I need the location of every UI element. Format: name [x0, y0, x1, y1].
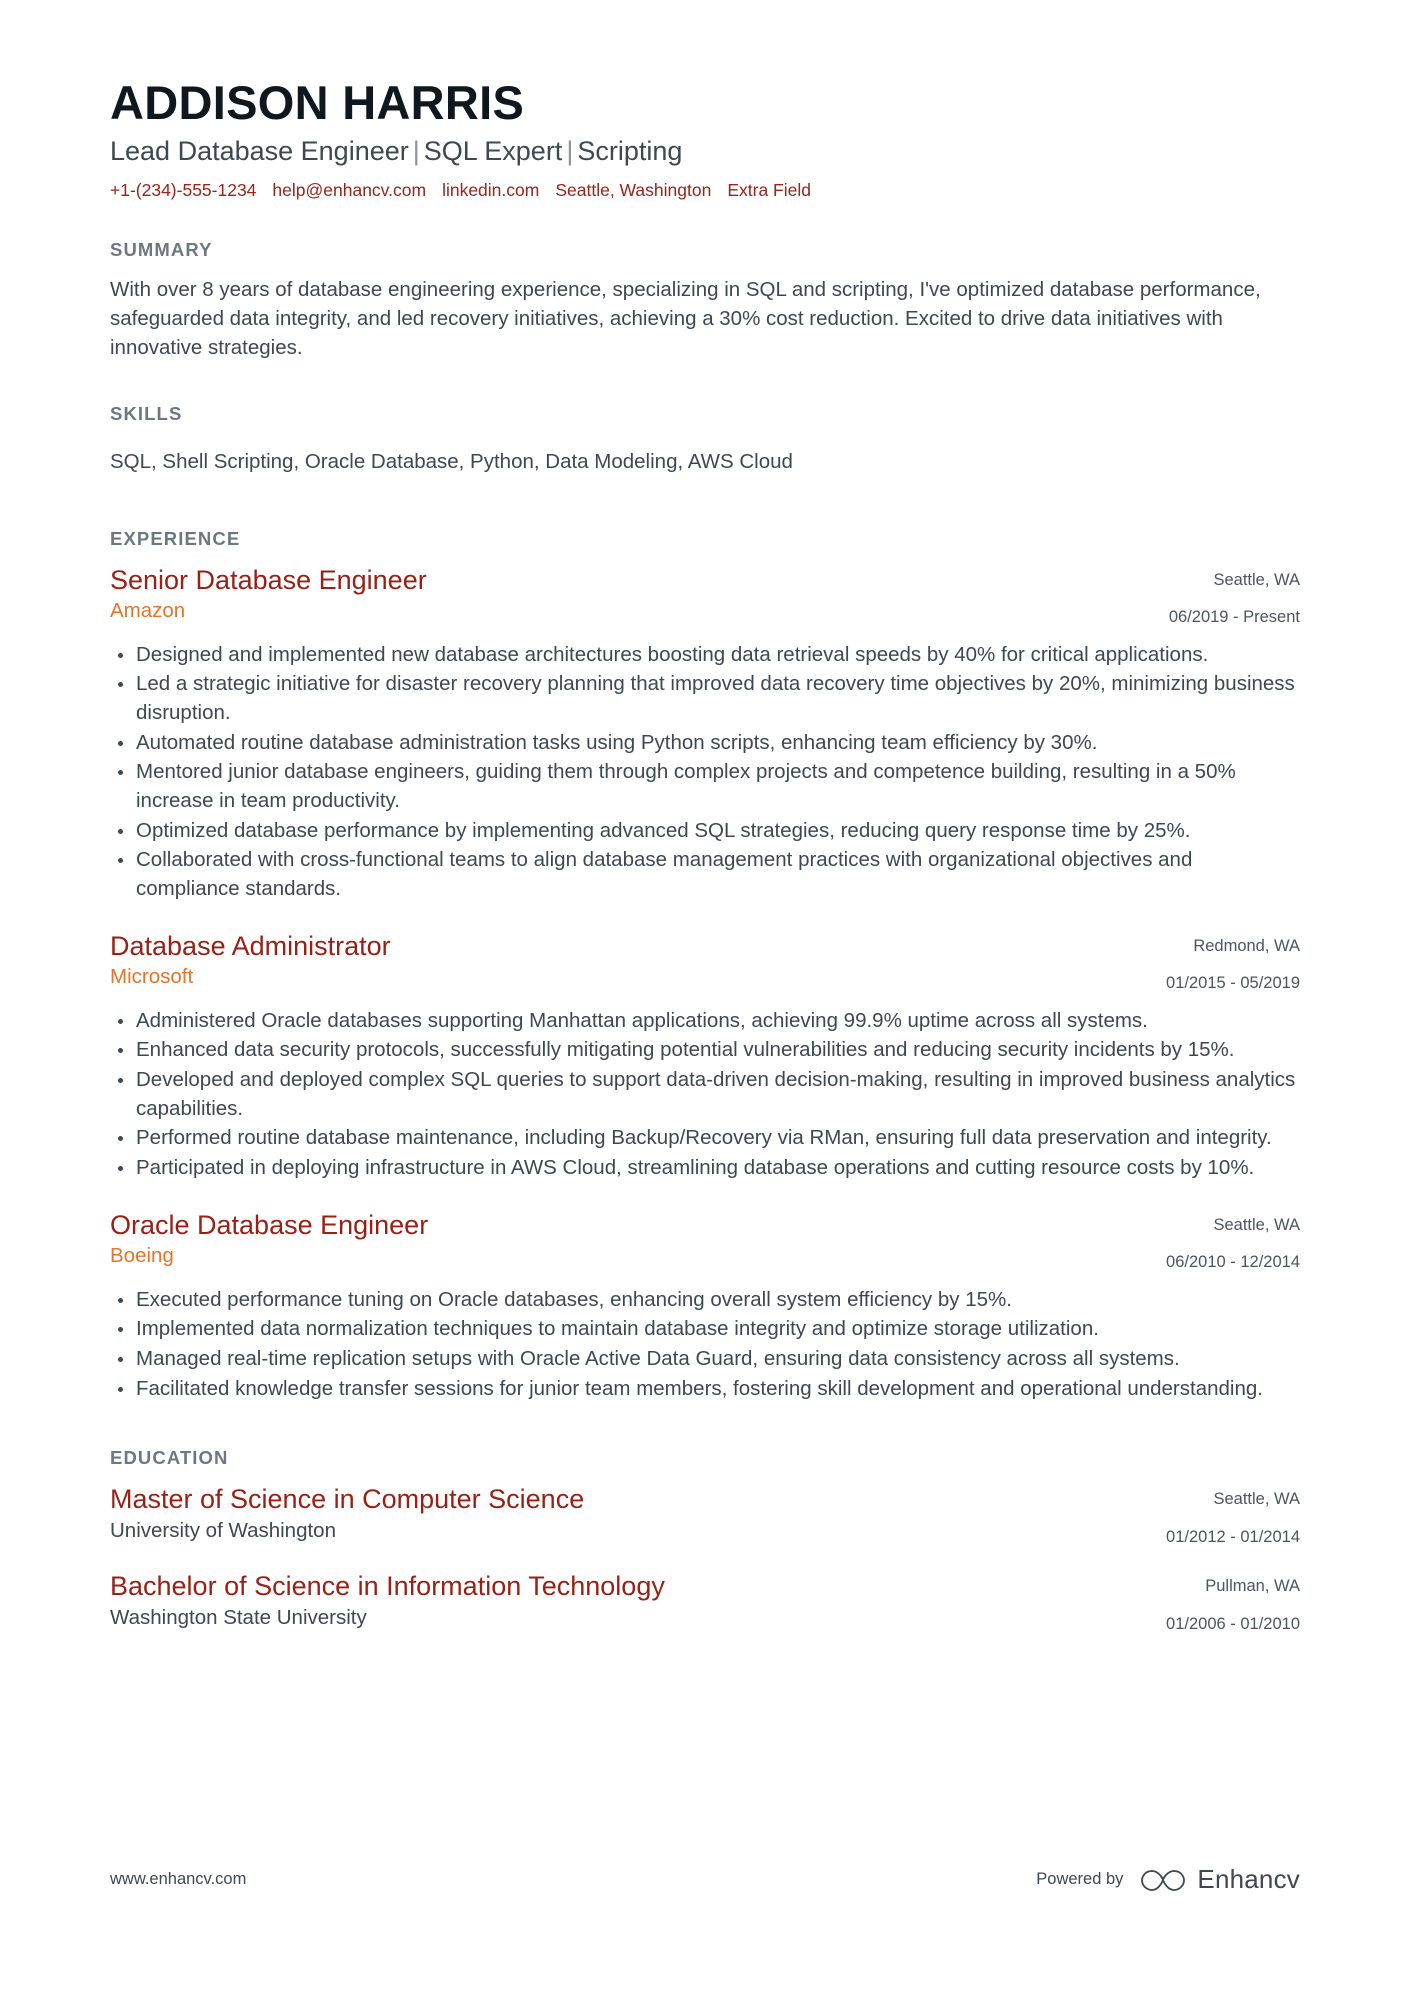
education-section: EDUCATION Master of Science in Computer …: [110, 1447, 1300, 1635]
school-name: Washington State University: [110, 1605, 367, 1629]
contact-location: Seattle, Washington: [555, 179, 712, 200]
degree-title: Master of Science in Computer Science: [110, 1484, 585, 1515]
job-bullet: Enhanced data security protocols, succes…: [110, 1036, 1300, 1065]
summary-section: SUMMARY With over 8 years of database en…: [110, 239, 1300, 362]
school-dates: 01/2006 - 01/2010: [1166, 1614, 1300, 1633]
professional-headline: Lead Database Engineer | SQL Expert | Script…: [110, 135, 1300, 169]
job-bullet-list: Designed and implemented new database ar…: [110, 641, 1300, 904]
skills-list: SQL, Shell Scripting, Oracle Database, P…: [110, 449, 793, 473]
school-location: Pullman, WA: [1205, 1577, 1300, 1596]
headline-separator-2: |: [566, 135, 574, 166]
headline-part-2: SQL Expert: [423, 135, 563, 166]
job-bullet: Implemented data normalization technique…: [110, 1315, 1300, 1344]
job-location: Seattle, WA: [1213, 570, 1300, 589]
job-dates: 06/2019 - Present: [1168, 608, 1300, 627]
school-name: University of Washington: [110, 1518, 336, 1542]
footer-branding: Powered by Enhancv: [1036, 1864, 1300, 1895]
job-bullet: Administered Oracle databases supporting…: [110, 1007, 1300, 1036]
company-name: Microsoft: [110, 965, 194, 989]
experience-entry-main: Database Administrator Microsoft: [110, 930, 1066, 990]
job-location: Seattle, WA: [1213, 1215, 1300, 1234]
job-bullet: Developed and deployed complex SQL queri…: [110, 1066, 1300, 1123]
education-entry: Bachelor of Science in Information Techn…: [110, 1570, 1300, 1635]
job-bullet: Performed routine database maintenance, …: [110, 1124, 1300, 1153]
job-bullet: Participated in deploying infrastructure…: [110, 1154, 1300, 1183]
education-entry-meta: Pullman, WA 01/2006 - 01/2010: [1090, 1570, 1300, 1635]
job-title: Database Administrator: [110, 930, 391, 961]
experience-heading: EXPERIENCE: [110, 527, 241, 549]
job-bullet: Led a strategic initiative for disaster …: [110, 670, 1300, 727]
enhancv-mark-icon: [1141, 1869, 1186, 1891]
experience-entry-meta: Redmond, WA 01/2015 - 05/2019: [1090, 930, 1300, 995]
job-bullet-list: Administered Oracle databases supporting…: [110, 1007, 1300, 1183]
summary-heading: SUMMARY: [110, 239, 213, 261]
resume-content: ADDISON HARRIS Lead Database Engineer | SQ…: [110, 76, 1300, 1635]
job-bullet: Executed performance tuning on Oracle da…: [110, 1286, 1300, 1315]
education-entry-header: Master of Science in Computer Science Un…: [110, 1483, 1300, 1548]
skills-heading: SKILLS: [110, 402, 183, 424]
education-entry-main: Bachelor of Science in Information Techn…: [110, 1570, 1066, 1630]
resume-header: ADDISON HARRIS Lead Database Engineer | SQ…: [110, 76, 1300, 202]
enhancv-brand-name: Enhancv: [1197, 1864, 1300, 1894]
contact-linkedin[interactable]: linkedin.com: [442, 179, 539, 202]
headline-separator-1: |: [412, 135, 420, 166]
contact-extra-field: Extra Field: [727, 179, 811, 200]
education-heading: EDUCATION: [110, 1447, 229, 1469]
job-bullet: Managed real-time replication setups wit…: [110, 1345, 1300, 1374]
education-entry: Master of Science in Computer Science Un…: [110, 1483, 1300, 1548]
job-bullet: Designed and implemented new database ar…: [110, 641, 1300, 670]
job-bullet-list: Executed performance tuning on Oracle da…: [110, 1286, 1300, 1404]
experience-entry-header: Database Administrator Microsoft Redmond…: [110, 930, 1300, 995]
job-bullet: Facilitated knowledge transfer sessions …: [110, 1375, 1300, 1404]
experience-entry: Senior Database Engineer Amazon Seattle,…: [110, 564, 1300, 904]
degree-title: Bachelor of Science in Information Techn…: [110, 1571, 665, 1602]
experience-entry: Oracle Database Engineer Boeing Seattle,…: [110, 1209, 1300, 1404]
experience-entry-meta: Seattle, WA 06/2010 - 12/2014: [1090, 1209, 1300, 1274]
headline-part-3: Scripting: [577, 135, 683, 166]
skills-section: SKILLS SQL, Shell Scripting, Oracle Data…: [110, 403, 1300, 476]
contact-line: +1-(234)-555-1234 help@enhancv.com linkedi…: [110, 179, 1300, 202]
experience-entry-main: Oracle Database Engineer Boeing: [110, 1209, 1066, 1269]
powered-by-label: Powered by: [1036, 1870, 1124, 1888]
job-dates: 01/2015 - 05/2019: [1166, 974, 1300, 993]
enhancv-logo: Enhancv: [1139, 1864, 1300, 1895]
job-bullet: Mentored junior database engineers, guid…: [110, 758, 1300, 815]
experience-entry-main: Senior Database Engineer Amazon: [110, 564, 1066, 624]
headline-part-1: Lead Database Engineer: [110, 135, 409, 166]
job-bullet: Optimized database performance by implem…: [110, 817, 1300, 846]
job-bullet: Automated routine database administratio…: [110, 729, 1300, 758]
job-location: Redmond, WA: [1193, 936, 1300, 955]
school-location: Seattle, WA: [1213, 1490, 1300, 1509]
experience-entry-meta: Seattle, WA 06/2019 - Present: [1090, 564, 1300, 629]
contact-phone[interactable]: +1-(234)-555-1234: [110, 179, 256, 202]
education-entry-main: Master of Science in Computer Science Un…: [110, 1483, 1066, 1543]
school-dates: 01/2012 - 01/2014: [1166, 1527, 1300, 1546]
experience-section: EXPERIENCE Senior Database Engineer Amaz…: [110, 528, 1300, 1404]
experience-entry: Database Administrator Microsoft Redmond…: [110, 930, 1300, 1183]
page-title: ADDISON HARRIS: [110, 76, 525, 129]
job-title: Oracle Database Engineer: [110, 1209, 429, 1240]
resume-footer: www.enhancv.com Powered by Enhancv: [110, 1864, 1300, 1895]
company-name: Amazon: [110, 599, 186, 623]
company-name: Boeing: [110, 1244, 174, 1268]
education-entry-meta: Seattle, WA 01/2012 - 01/2014: [1090, 1483, 1300, 1548]
resume-page: ADDISON HARRIS Lead Database Engineer | SQ…: [0, 0, 1410, 1995]
summary-text: With over 8 years of database engineerin…: [110, 278, 1261, 360]
footer-website-url[interactable]: www.enhancv.com: [110, 1870, 246, 1889]
job-dates: 06/2010 - 12/2014: [1166, 1253, 1300, 1272]
job-bullet: Collaborated with cross-functional teams…: [110, 846, 1300, 903]
experience-entry-header: Oracle Database Engineer Boeing Seattle,…: [110, 1209, 1300, 1274]
education-entry-header: Bachelor of Science in Information Techn…: [110, 1570, 1300, 1635]
job-title: Senior Database Engineer: [110, 564, 427, 595]
contact-email[interactable]: help@enhancv.com: [272, 179, 426, 202]
experience-entry-header: Senior Database Engineer Amazon Seattle,…: [110, 564, 1300, 629]
